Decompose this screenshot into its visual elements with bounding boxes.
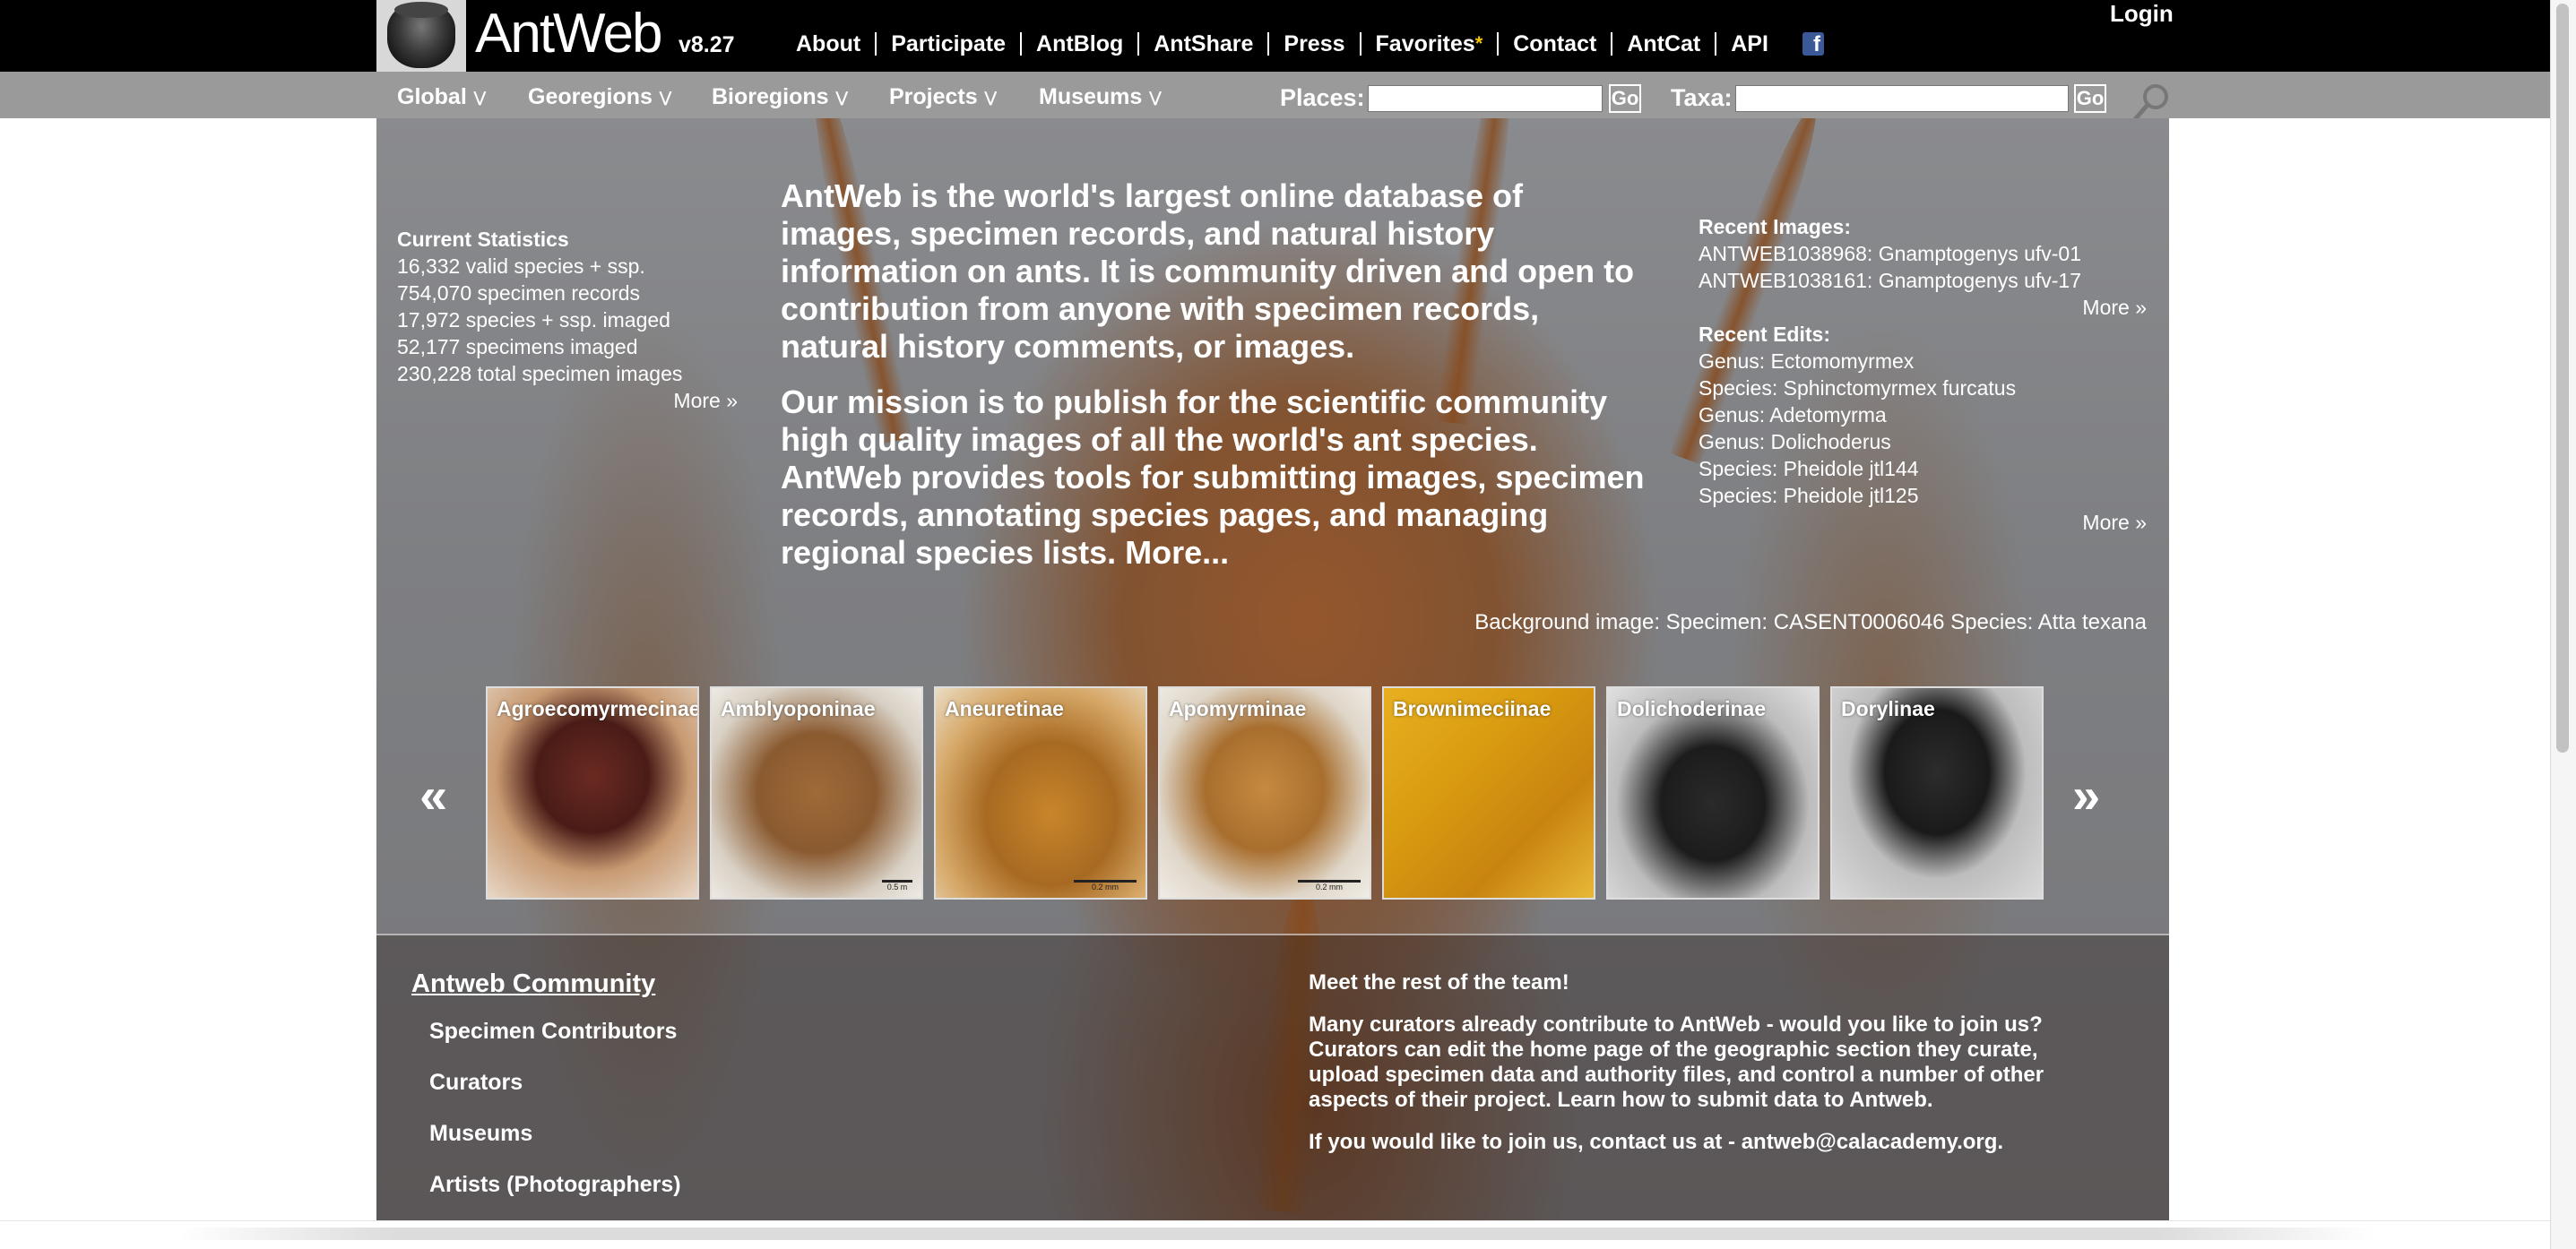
login-link[interactable]: Login	[2110, 0, 2174, 28]
stats-more-link[interactable]: More »	[397, 387, 738, 414]
scale-bar: 0.2 mm	[1298, 880, 1361, 892]
current-statistics: Current Statistics 16,332 valid species …	[397, 226, 738, 414]
thumb-label: Amblyoponinae	[721, 697, 876, 720]
taxa-label: Taxa:	[1671, 84, 1733, 111]
stat-line: 52,177 specimens imaged	[397, 335, 638, 358]
ant-head-icon	[387, 2, 455, 68]
menu-museums-label: Museums	[1039, 84, 1143, 109]
mission-paragraph[interactable]: Our mission is to publish for the scient…	[781, 383, 1650, 572]
community-link-artists[interactable]: Artists (Photographers)	[429, 1172, 681, 1198]
magnifier-icon[interactable]	[2131, 81, 2174, 124]
scale-bar: 0.2 mm	[1074, 880, 1137, 892]
community-title-link[interactable]: Antweb Community	[411, 969, 681, 999]
recent-image-link[interactable]: ANTWEB1038161: Gnamptogenys ufv-17	[1699, 267, 2147, 294]
nav-antcat[interactable]: AntCat	[1612, 32, 1717, 56]
thumb-label: Dorylinae	[1841, 697, 1935, 720]
intro-paragraph: AntWeb is the world's largest online dat…	[781, 177, 1635, 365]
menu-projects[interactable]: Projects ⋁	[889, 84, 997, 110]
recent-edit-link[interactable]: Genus: Ectomomyrmex	[1699, 348, 2147, 375]
subfamily-thumb-dorylinae[interactable]: Dorylinae	[1830, 686, 2044, 900]
carousel-next-button[interactable]: »	[2072, 769, 2100, 823]
team-heading[interactable]: Meet the rest of the team!	[1309, 970, 2053, 995]
antweb-community: Antweb Community Specimen Contributors C…	[411, 969, 681, 1223]
horizontal-scrollbar-thumb[interactable]	[179, 1227, 2375, 1240]
taxa-go-button[interactable]: Go	[2074, 84, 2106, 113]
places-label: Places:	[1280, 84, 1365, 111]
stat-line: 230,228 total specimen images	[397, 362, 683, 385]
nav-favorites-label: Favorites	[1375, 31, 1475, 56]
stat-line: 17,972 species + ssp. imaged	[397, 308, 670, 332]
background-image-credit[interactable]: Background image: Specimen: CASENT000604…	[1344, 610, 2147, 635]
chevron-down-icon: ⋁	[1149, 90, 1162, 107]
version-label: v8.27	[679, 32, 735, 57]
menu-georegions-label: Georegions	[528, 84, 653, 109]
nav-api[interactable]: API	[1716, 32, 1783, 56]
brand-name[interactable]: AntWeb	[475, 2, 662, 65]
menu-projects-label: Projects	[889, 84, 978, 109]
stats-title: Current Statistics	[397, 228, 569, 251]
community-link-curators[interactable]: Curators	[429, 1070, 681, 1096]
menu-georegions[interactable]: Georegions ⋁	[528, 84, 671, 110]
subfamily-thumb-amblyoponinae[interactable]: Amblyoponinae 0.5 m	[710, 686, 923, 900]
recent-edit-link[interactable]: Species: Pheidole jtl144	[1699, 455, 2147, 482]
chevron-down-icon: ⋁	[835, 90, 848, 107]
menu-museums[interactable]: Museums ⋁	[1039, 84, 1161, 110]
facebook-icon[interactable]	[1802, 32, 1824, 57]
team-description: Many curators already contribute to AntW…	[1309, 1012, 2044, 1112]
nav-press[interactable]: Press	[1269, 32, 1361, 56]
recent-edit-link[interactable]: Species: Sphinctomyrmex furcatus	[1699, 375, 2147, 401]
team-section: Meet the rest of the team! Many curators…	[1309, 970, 2053, 1172]
recent-edit-link[interactable]: Genus: Adetomyrma	[1699, 401, 2147, 428]
thumb-label: Aneuretinae	[945, 697, 1064, 720]
thumb-label: Dolichoderinae	[1617, 697, 1767, 720]
menu-bioregions-label: Bioregions	[712, 84, 829, 109]
nav-antshare[interactable]: AntShare	[1139, 32, 1270, 56]
nav-about[interactable]: About	[783, 32, 877, 56]
subfamily-thumb-aneuretinae[interactable]: Aneuretinae 0.2 mm	[934, 686, 1147, 900]
nav-antblog[interactable]: AntBlog	[1022, 32, 1140, 56]
menu-global[interactable]: Global ⋁	[397, 84, 486, 110]
thumb-label: Brownimeciinae	[1393, 697, 1552, 720]
stat-line: 754,070 specimen records	[397, 281, 641, 305]
intro-text: AntWeb is the world's largest online dat…	[781, 177, 1650, 590]
thumb-label: Agroecomyrmecinae	[497, 697, 699, 720]
menu-bioregions[interactable]: Bioregions ⋁	[712, 84, 848, 110]
subfamily-thumb-apomyrminae[interactable]: Apomyrminae 0.2 mm	[1158, 686, 1371, 900]
places-input[interactable]	[1368, 85, 1603, 112]
antweb-logo[interactable]	[376, 0, 466, 72]
chevron-down-icon: ⋁	[473, 90, 486, 107]
chevron-down-icon: ⋁	[659, 90, 672, 107]
nav-participate[interactable]: Participate	[877, 32, 1023, 56]
recent-images-title: Recent Images:	[1699, 215, 1852, 238]
subfamily-thumb-agroecomyrmecinae[interactable]: Agroecomyrmecinae	[486, 686, 699, 900]
recent-edit-link[interactable]: Species: Pheidole jtl125	[1699, 482, 2147, 509]
nav-contact[interactable]: Contact	[1499, 32, 1613, 56]
vertical-scrollbar-thumb[interactable]	[2556, 4, 2569, 753]
team-contact[interactable]: If you would like to join us, contact us…	[1309, 1130, 2053, 1155]
top-nav: About Participate AntBlog AntShare Press…	[783, 32, 1824, 57]
chevron-down-icon: ⋁	[984, 90, 997, 107]
scale-bar: 0.5 m	[882, 880, 912, 892]
favorites-star-icon: *	[1474, 32, 1483, 55]
recent-edits-more-link[interactable]: More »	[1699, 509, 2147, 536]
recent-images-more-link[interactable]: More »	[1699, 294, 2147, 321]
taxa-input[interactable]	[1735, 85, 2069, 112]
menu-global-label: Global	[397, 84, 467, 109]
stat-line: 16,332 valid species + ssp.	[397, 254, 645, 278]
recent-edits-title: Recent Edits:	[1699, 323, 1830, 346]
community-link-museums[interactable]: Museums	[429, 1121, 681, 1147]
carousel-prev-button[interactable]: «	[419, 769, 447, 823]
recent-image-link[interactable]: ANTWEB1038968: Gnamptogenys ufv-01	[1699, 240, 2147, 267]
recent-activity: Recent Images: ANTWEB1038968: Gnamptogen…	[1699, 213, 2147, 536]
subfamily-thumb-brownimeciinae[interactable]: Brownimeciinae	[1382, 686, 1595, 900]
recent-edit-link[interactable]: Genus: Dolichoderus	[1699, 428, 2147, 455]
subfamily-thumb-dolichoderinae[interactable]: Dolichoderinae	[1606, 686, 1820, 900]
thumb-label: Apomyrminae	[1169, 697, 1307, 720]
community-link-specimen-contributors[interactable]: Specimen Contributors	[429, 1019, 681, 1045]
top-bar: AntWeb v8.27 About Participate AntBlog A…	[0, 0, 2550, 72]
nav-favorites[interactable]: Favorites*	[1361, 32, 1500, 56]
places-go-button[interactable]: Go	[1609, 84, 1641, 113]
